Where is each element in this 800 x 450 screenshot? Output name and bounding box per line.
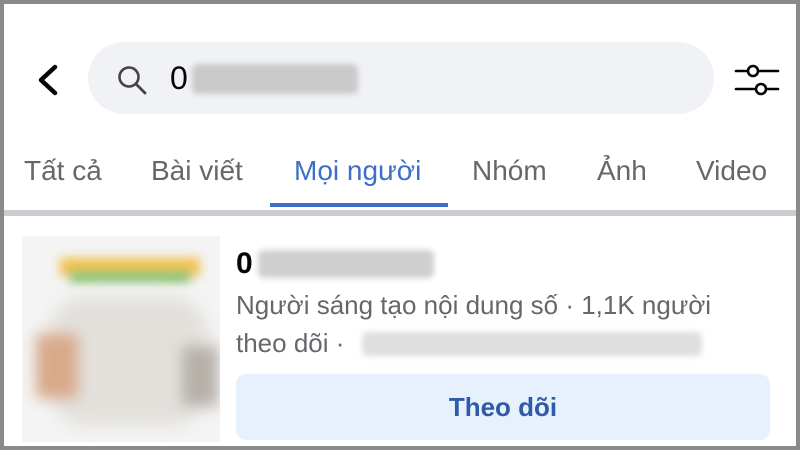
result-name[interactable]: 0 xyxy=(236,246,253,282)
search-screen: 0 Tất cả Bài viết Mọi người Nhóm Ảnh Vid… xyxy=(4,4,796,446)
tab-people[interactable]: Mọi người xyxy=(294,150,421,208)
filter-button[interactable] xyxy=(734,60,780,100)
redacted-name xyxy=(258,250,434,278)
tab-videos[interactable]: Video xyxy=(696,150,767,208)
tab-groups[interactable]: Nhóm xyxy=(472,150,547,208)
follow-button[interactable]: Theo dõi xyxy=(236,374,770,440)
search-input[interactable]: 0 xyxy=(88,42,714,114)
tabs-divider xyxy=(4,210,796,216)
search-tabs: Tất cả Bài viết Mọi người Nhóm Ảnh Video xyxy=(4,150,796,210)
filter-sliders-icon xyxy=(734,64,780,96)
search-icon xyxy=(118,66,147,95)
redacted-query xyxy=(192,64,358,94)
result-meta-line-1: Người sáng tạo nội dung số · 1,1K người xyxy=(236,290,712,320)
chevron-left-icon xyxy=(38,64,58,96)
result-meta-line-2: theo dõi · xyxy=(236,328,345,358)
tab-all[interactable]: Tất cả xyxy=(24,150,102,208)
redacted-meta xyxy=(362,332,702,356)
search-query-text: 0 xyxy=(170,60,188,96)
tab-photos[interactable]: Ảnh xyxy=(597,150,647,208)
result-avatar[interactable] xyxy=(22,236,220,442)
active-tab-indicator xyxy=(270,203,448,207)
tab-posts[interactable]: Bài viết xyxy=(151,150,243,208)
back-button[interactable] xyxy=(28,60,68,100)
